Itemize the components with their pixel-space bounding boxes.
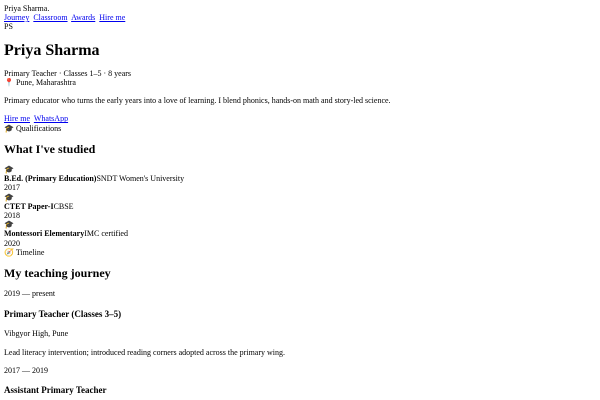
qualification-org: CBSE [53,201,74,211]
qualification-title: CTET Paper-I [4,201,54,211]
page-title: Priya Sharma [4,41,100,59]
whatsapp-button[interactable]: WhatsApp [34,114,68,123]
timeline-place: Vibgyor High, Pune [4,329,69,339]
timeline-label-text: Timeline [15,247,45,257]
qualifications-label-text: Qualifications [15,123,62,133]
timeline-section: 🧭 Timeline My teaching journey 2019 — pr… [4,248,596,396]
timeline-entry: 2019 — present Primary Teacher (Classes … [4,289,596,356]
timeline-description: Lead literacy intervention; introduced r… [4,347,286,357]
cta-links: Hire me WhatsApp [4,114,596,123]
avatar-initials: PS [4,22,13,32]
location-text: Pune, Maharashtra [15,77,76,87]
qualification-item: 🎓 CTET Paper-ICBSE 2018 [4,193,596,221]
graduation-cap-icon: 🎓 [4,220,14,230]
timeline-label: 🧭 Timeline [4,248,596,257]
qualification-year: 2020 [4,238,20,248]
graduation-cap-icon: 🎓 [4,123,14,133]
nav-link-journey[interactable]: Journey [4,13,29,22]
qualification-year: 2017 [4,183,20,193]
qualification-item: 🎓 B.Ed. (Primary Education)SNDT Women's … [4,165,596,193]
timeline-dates: 2019 — present [4,289,56,299]
graduation-cap-icon: 🎓 [4,165,14,175]
qualification-year: 2018 [4,211,20,221]
nav-link-awards[interactable]: Awards [71,13,95,22]
graduation-cap-icon: 🎓 [4,192,14,202]
hire-me-button[interactable]: Hire me [4,114,30,123]
page: Priya Sharma. Journey Classroom Awards H… [0,0,600,396]
site-header: Priya Sharma. Journey Classroom Awards H… [4,4,596,32]
nav-link-classroom[interactable]: Classroom [33,13,67,22]
qualifications-heading: What I've studied [4,141,96,156]
qualification-org: SNDT Women's University [96,174,185,184]
timeline-heading: My teaching journey [4,265,111,280]
qualification-item: 🎓 Montessori ElementaryIMC certified 202… [4,220,596,248]
qualification-title: B.Ed. (Primary Education) [4,174,97,184]
qualifications-section: 🎓 Qualifications What I've studied 🎓 B.E… [4,124,596,248]
qualification-org: IMC certified [84,229,128,239]
timeline-dates: 2017 — 2019 [4,365,48,375]
brand-name[interactable]: Priya Sharma. [4,4,596,13]
main-nav: Journey Classroom Awards Hire me [4,13,596,22]
qualifications-label: 🎓 Qualifications [4,124,596,133]
hero-meta: Primary Teacher · Classes 1–5 · 8 years [4,68,132,78]
timeline-role: Primary Teacher (Classes 3–5) [4,308,122,319]
nav-link-hire-me[interactable]: Hire me [99,13,125,22]
compass-icon: 🧭 [4,247,14,257]
hero-bio: Primary educator who turns the early yea… [4,96,391,106]
qualification-title: Montessori Elementary [4,229,85,239]
timeline-entry: 2017 — 2019 Assistant Primary Teacher [4,366,596,396]
location-pin-icon: 📍 [4,77,14,87]
hero-section: Priya Sharma Primary Teacher · Classes 1… [4,41,596,124]
timeline-role: Assistant Primary Teacher [4,384,107,395]
location-line: 📍 Pune, Maharashtra [4,78,596,87]
